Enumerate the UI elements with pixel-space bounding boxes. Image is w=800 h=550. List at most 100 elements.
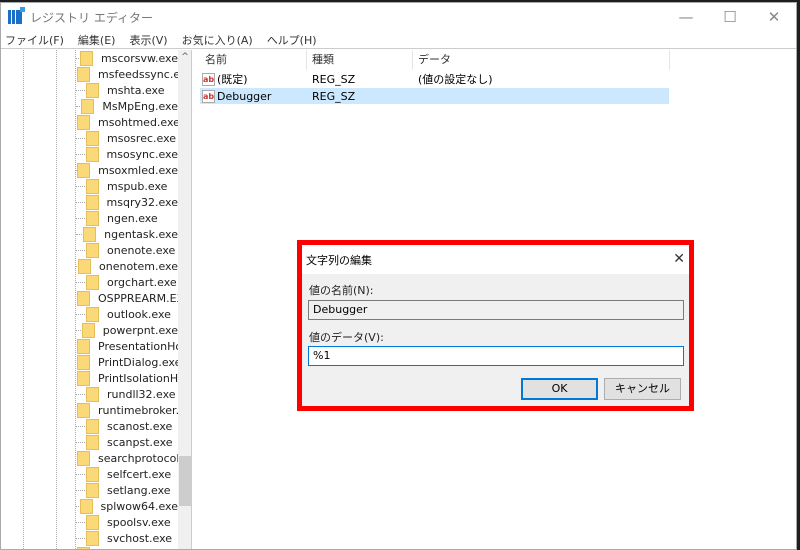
tree-key-item[interactable]: ngentask.exe: [76, 226, 178, 242]
tree-key-label: setlang.exe: [107, 483, 171, 497]
regedit-app-icon: [8, 7, 25, 24]
tree-key-item[interactable]: mshta.exe: [76, 82, 178, 98]
folder-icon: [86, 386, 99, 402]
tree-key-item[interactable]: SystemSettings.exe: [76, 546, 178, 549]
column-divider[interactable]: [669, 50, 670, 70]
tree-key-item[interactable]: onenote.exe: [76, 242, 178, 258]
value-data-label: 値のデータ(V):: [309, 331, 384, 344]
tree-key-item[interactable]: outlook.exe: [76, 306, 178, 322]
tree-key-item[interactable]: scanpst.exe: [76, 434, 178, 450]
tree-key-item[interactable]: msoxmled.exe: [76, 162, 178, 178]
tree-connector: [76, 201, 85, 203]
tree-key-label: OSPPREARM.EXE: [98, 291, 178, 305]
tree-connector: [76, 521, 85, 523]
tree-key-item[interactable]: onenotem.exe: [76, 258, 178, 274]
tree-key-item[interactable]: rundll32.exe: [76, 386, 178, 402]
tree-key-item[interactable]: splwow64.exe: [76, 498, 178, 514]
maximize-button[interactable]: ☐: [708, 3, 752, 31]
tree-key-item[interactable]: runtimebroker.exe: [76, 402, 178, 418]
tree-key-item[interactable]: msohtmed.exe: [76, 114, 178, 130]
value-name: (既定): [217, 73, 248, 86]
tree-key-label: rundll32.exe: [107, 387, 176, 401]
tree-guide-line: [56, 50, 57, 549]
tree-key-label: ngentask.exe: [104, 227, 178, 241]
folder-icon: [77, 354, 90, 370]
value-row-default[interactable]: ab (既定) REG_SZ (値の設定なし): [200, 71, 669, 87]
tree-connector: [76, 537, 85, 539]
tree-key-label: scanost.exe: [107, 419, 173, 433]
cancel-button[interactable]: キャンセル: [604, 378, 681, 400]
tree-connector: [76, 89, 85, 91]
tree-key-item[interactable]: powerpnt.exe: [76, 322, 178, 338]
folder-icon: [86, 434, 99, 450]
minimize-button[interactable]: —: [664, 3, 708, 31]
dialog-close-icon[interactable]: ✕: [673, 251, 685, 267]
value-row-debugger[interactable]: ab Debugger REG_SZ: [200, 88, 669, 104]
string-value-icon: ab: [202, 89, 215, 103]
tree-key-item[interactable]: msqry32.exe: [76, 194, 178, 210]
folder-icon: [86, 178, 99, 194]
tree-connector: [76, 425, 85, 427]
folder-icon: [86, 530, 99, 546]
tree-key-item[interactable]: selfcert.exe: [76, 466, 178, 482]
tree-key-item[interactable]: msosrec.exe: [76, 130, 178, 146]
tree-key-item[interactable]: spoolsv.exe: [76, 514, 178, 530]
tree-connector: [76, 137, 85, 139]
tree-key-item[interactable]: ngen.exe: [76, 210, 178, 226]
folder-icon: [85, 146, 99, 162]
tree-key-item[interactable]: msfeedssync.exe: [76, 66, 178, 82]
tree-key-label: orgchart.exe: [107, 275, 177, 289]
tree-scrollbar[interactable]: ^: [178, 50, 191, 549]
tree-key-item[interactable]: svchost.exe: [76, 530, 178, 546]
column-divider[interactable]: [306, 50, 307, 70]
folder-icon: [86, 274, 99, 290]
tree-key-label: PrintDialog.exe: [98, 355, 178, 369]
column-header-type[interactable]: 種類: [312, 50, 334, 70]
menu-file[interactable]: ファイル(F): [5, 32, 64, 48]
tree-connector: [76, 185, 85, 187]
tree-connector: [76, 313, 85, 315]
tree-key-label: spoolsv.exe: [107, 515, 171, 529]
menu-help[interactable]: ヘルプ(H): [267, 32, 317, 48]
folder-icon: [86, 82, 99, 98]
tree-key-item[interactable]: scanost.exe: [76, 418, 178, 434]
folder-icon: [86, 514, 99, 530]
menu-favorites[interactable]: お気に入り(A): [182, 32, 253, 48]
value-data-input[interactable]: %1: [308, 346, 684, 366]
value-name-field[interactable]: Debugger: [308, 300, 684, 320]
close-button[interactable]: ✕: [752, 3, 796, 31]
scrollbar-thumb[interactable]: [179, 456, 191, 506]
tree-key-item[interactable]: mscorsvw.exe: [76, 50, 178, 66]
tree-key-item[interactable]: mspub.exe: [76, 178, 178, 194]
tree-key-item[interactable]: PrintDialog.exe: [76, 354, 178, 370]
folder-icon: [77, 370, 90, 386]
tree-key-label: ngen.exe: [107, 211, 158, 225]
tree-connector: [76, 393, 85, 395]
tree-connector: [76, 249, 85, 251]
tree-connector: [76, 217, 85, 219]
tree-connector: [76, 105, 81, 107]
tree-key-item[interactable]: orgchart.exe: [76, 274, 178, 290]
column-header-name[interactable]: 名前: [205, 50, 227, 70]
menu-edit[interactable]: 編集(E): [78, 32, 116, 48]
folder-icon: [77, 546, 90, 549]
ok-button[interactable]: OK: [521, 378, 598, 400]
tree-key-label: PresentationHost.exe: [98, 339, 178, 353]
tree-key-item[interactable]: PrintIsolationHost.exe: [76, 370, 178, 386]
tree-key-item[interactable]: setlang.exe: [76, 482, 178, 498]
tree-key-item[interactable]: OSPPREARM.EXE: [76, 290, 178, 306]
column-divider[interactable]: [412, 50, 413, 70]
folder-icon: [86, 482, 99, 498]
tree-key-item[interactable]: msosync.exe: [76, 146, 178, 162]
value-type: REG_SZ: [312, 72, 356, 86]
tree-key-item[interactable]: searchprotocolhost.exe: [76, 450, 178, 466]
folder-icon: [86, 466, 99, 482]
folder-icon: [77, 402, 90, 418]
tree-key-item[interactable]: PresentationHost.exe: [76, 338, 178, 354]
column-header-data[interactable]: データ: [418, 50, 451, 70]
menu-view[interactable]: 表示(V): [129, 32, 167, 48]
tree-key-label: msosrec.exe: [107, 131, 177, 145]
folder-icon: [77, 162, 91, 178]
tree-key-item[interactable]: MsMpEng.exe: [76, 98, 178, 114]
scroll-up-icon[interactable]: ^: [178, 52, 191, 62]
